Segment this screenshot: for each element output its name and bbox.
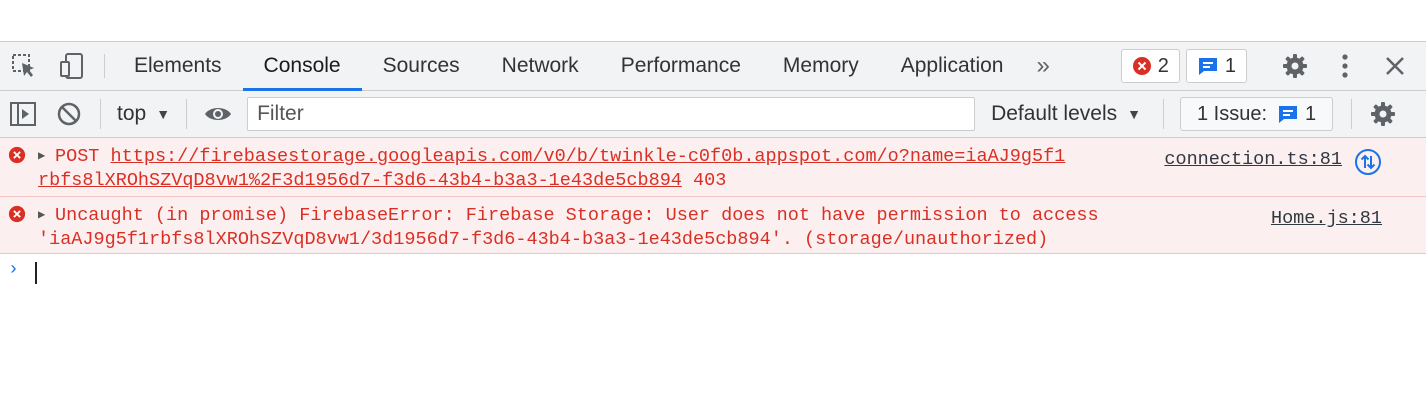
console-toolbar: top ▼ Default levels ▼ 1 Issue: 1 xyxy=(0,91,1426,138)
close-icon xyxy=(1386,57,1404,75)
console-prompt[interactable]: › xyxy=(0,254,1426,290)
page-area-above-devtools xyxy=(0,0,1426,42)
inspect-element-button[interactable] xyxy=(0,42,48,90)
error-circle-icon xyxy=(1132,56,1152,76)
issues-count: 1 xyxy=(1305,102,1317,125)
error-text: Uncaught (in promise) FirebaseError: Fir… xyxy=(55,205,1099,226)
clear-console-button[interactable] xyxy=(46,91,92,137)
source-link[interactable]: Home.js:81 xyxy=(1271,207,1382,231)
issues-button[interactable]: 1 Issue: 1 xyxy=(1179,97,1334,131)
error-circle-icon xyxy=(8,146,26,164)
tab-application[interactable]: Application xyxy=(880,42,1025,90)
message-icon xyxy=(1197,55,1219,77)
gear-icon xyxy=(1371,102,1396,126)
settings-button[interactable] xyxy=(1270,42,1320,90)
text-cursor xyxy=(35,262,37,284)
tab-elements[interactable]: Elements xyxy=(113,42,243,90)
error-text-continued: 'iaAJ9g5f1rbfs8lXROhSZVqD8vw1/3d1956d7-f… xyxy=(38,229,1049,250)
tab-memory[interactable]: Memory xyxy=(762,42,880,90)
close-devtools-button[interactable] xyxy=(1370,42,1420,90)
live-expression-button[interactable] xyxy=(195,91,241,137)
console-error-message: ▶ Uncaught (in promise) FirebaseError: Fi… xyxy=(0,197,1426,254)
tabbar-right-group: 2 1 xyxy=(1120,42,1426,90)
eye-icon xyxy=(205,108,232,120)
log-levels-dropdown[interactable]: Default levels ▼ xyxy=(975,102,1155,126)
filter-input[interactable] xyxy=(248,102,975,126)
toolbar-divider xyxy=(186,99,188,129)
error-count: 2 xyxy=(1157,54,1169,77)
request-url-link-continued[interactable]: rbfs8lXROhSZVqD8vw1%2F3d1956d7-f3d6-43b4… xyxy=(38,170,682,191)
devtools-tabbar: Elements Console Sources Network Perform… xyxy=(0,42,1426,91)
context-selector[interactable]: top ▼ xyxy=(109,102,178,126)
filter-box xyxy=(247,97,976,131)
prompt-chevron-icon: › xyxy=(8,260,19,280)
expand-triangle-icon[interactable]: ▶ xyxy=(38,144,55,168)
dropdown-arrow-icon: ▼ xyxy=(1127,106,1141,122)
toggle-sidebar-button[interactable] xyxy=(0,91,46,137)
sidebar-toggle-icon xyxy=(10,102,36,126)
console-error-message: ▶ POST https://firebasestorage.googleapis… xyxy=(0,138,1426,197)
toolbar-divider xyxy=(100,99,101,129)
tabbar-divider xyxy=(104,54,105,78)
gear-icon xyxy=(1283,54,1307,78)
message-icon xyxy=(1277,103,1299,125)
tab-sources[interactable]: Sources xyxy=(362,42,481,90)
dropdown-arrow-icon: ▼ xyxy=(156,106,171,122)
error-circle-icon xyxy=(8,205,26,223)
message-text: ▶ Uncaught (in promise) FirebaseError: Fi… xyxy=(38,203,1426,228)
panel-tabs: Elements Console Sources Network Perform… xyxy=(113,42,1025,91)
device-icon xyxy=(60,53,83,79)
request-method: POST xyxy=(55,146,100,167)
message-text-continued: rbfs8lXROhSZVqD8vw1%2F3d1956d7-f3d6-43b4… xyxy=(38,169,1426,193)
device-toolbar-button[interactable] xyxy=(48,42,96,90)
inspect-icon xyxy=(12,54,34,77)
tab-network[interactable]: Network xyxy=(481,42,600,90)
error-counter-button[interactable]: 2 xyxy=(1120,49,1180,83)
context-selector-label: top xyxy=(117,102,147,125)
request-url-link[interactable]: https://firebasestorage.googleapis.com/v… xyxy=(111,146,1066,167)
tab-console[interactable]: Console xyxy=(242,42,362,91)
http-status-code: 403 xyxy=(693,170,727,191)
more-tabs-button[interactable]: » xyxy=(1024,42,1061,90)
block-icon xyxy=(57,102,81,126)
kebab-menu-icon xyxy=(1342,54,1348,78)
more-options-button[interactable] xyxy=(1320,42,1370,90)
source-link[interactable]: connection.ts:81 xyxy=(1164,148,1342,172)
message-count: 1 xyxy=(1224,54,1236,77)
tab-performance[interactable]: Performance xyxy=(600,42,762,90)
message-counter-button[interactable]: 1 xyxy=(1185,49,1247,83)
network-request-icon[interactable] xyxy=(1354,148,1382,176)
toolbar-divider xyxy=(1351,99,1353,129)
toolbar-divider xyxy=(1162,99,1164,129)
log-levels-label: Default levels xyxy=(991,102,1118,125)
console-messages: ▶ POST https://firebasestorage.googleapis… xyxy=(0,138,1426,290)
console-settings-button[interactable] xyxy=(1360,91,1406,137)
issues-label: 1 Issue: xyxy=(1196,102,1268,125)
expand-triangle-icon[interactable]: ▶ xyxy=(38,203,55,227)
